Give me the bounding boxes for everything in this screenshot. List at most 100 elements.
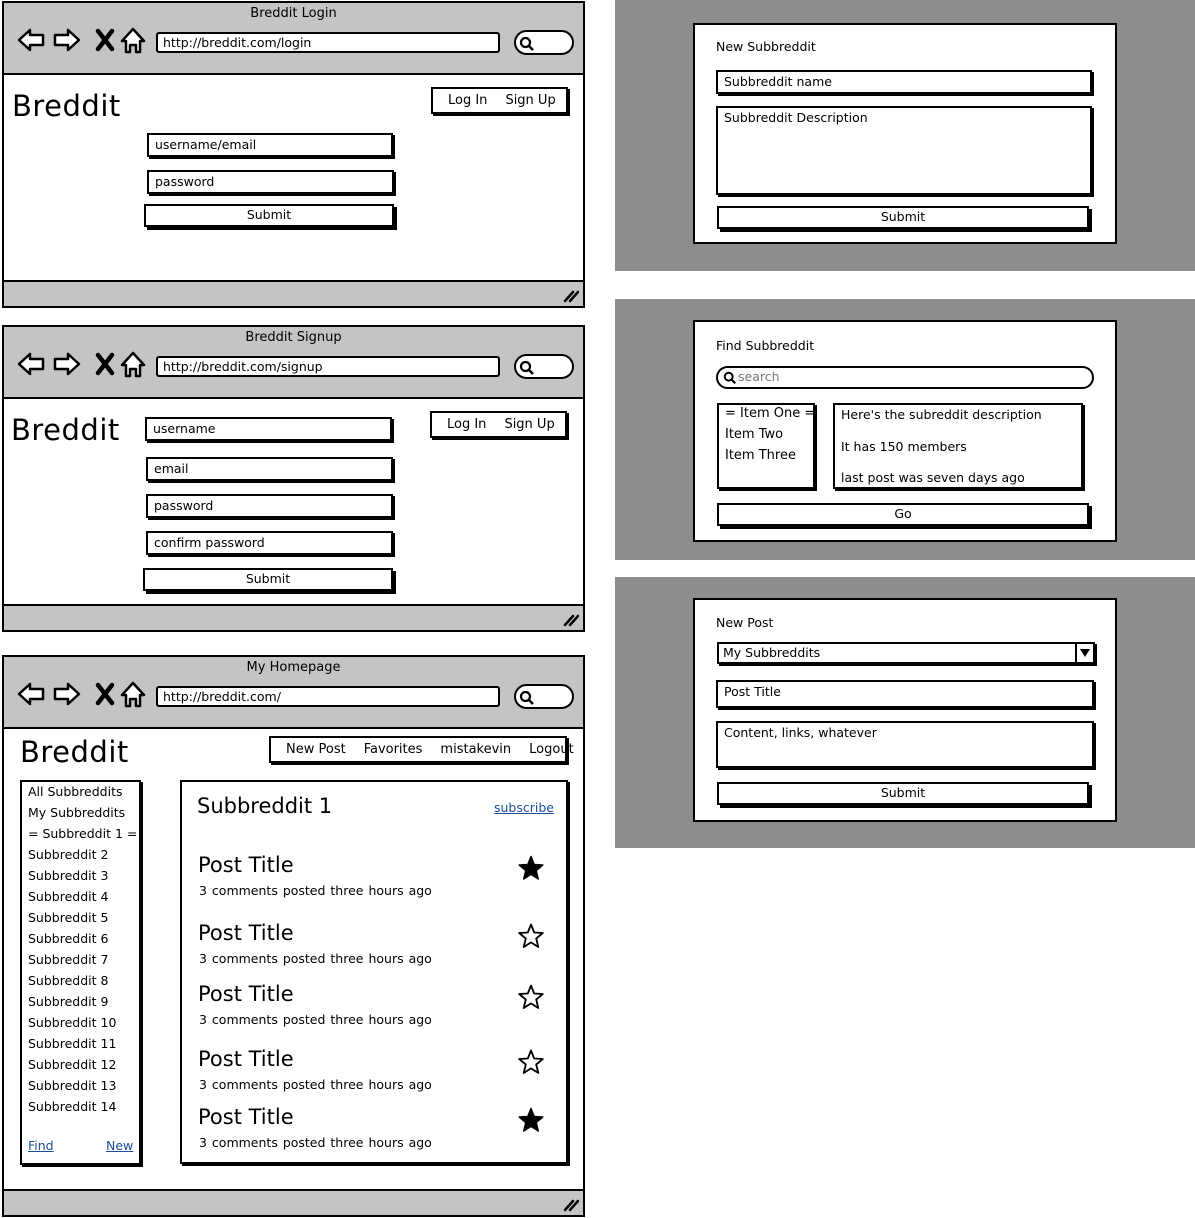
stop-x-icon[interactable] [90,679,120,709]
window-title: Breddit Login [250,6,337,21]
url-bar[interactable]: http://breddit.com/ [156,686,500,707]
submit-button[interactable]: Submit [144,204,394,227]
password-field[interactable]: password [146,494,393,518]
submit-button[interactable]: Submit [717,206,1089,229]
post-comments[interactable]: 3 comments [199,951,278,966]
subbreddit-list: = Item One = Item Two Item Three [717,403,815,489]
post-title[interactable]: Post Title [198,982,294,1006]
password-field[interactable]: password [147,170,394,194]
url-bar[interactable]: http://breddit.com/login [156,32,500,53]
sidebar-item[interactable]: Subbreddit 12 [28,1057,116,1072]
resize-grip-icon[interactable] [563,289,579,303]
post-comments[interactable]: 3 comments [199,1077,278,1092]
search-icon [519,360,534,375]
sidebar-item-mine[interactable]: My Subbreddits [28,805,125,820]
email-field[interactable]: email [146,457,393,481]
stop-x-icon[interactable] [90,25,120,55]
home-icon[interactable] [118,25,148,55]
sidebar-item[interactable]: Subbreddit 11 [28,1036,116,1051]
signup-link[interactable]: Sign Up [496,93,564,108]
home-icon[interactable] [118,679,148,709]
browser-search[interactable] [514,30,574,55]
auth-nav: Log In Sign Up [431,87,568,114]
logo: Breddit [11,413,120,447]
subscribe-link[interactable]: subscribe [494,800,554,815]
sidebar-item[interactable]: Subbreddit 14 [28,1099,116,1114]
subbreddit-select[interactable]: My Subbreddits [717,642,1095,664]
username-field[interactable]: username [145,417,392,441]
sidebar-item[interactable]: Subbreddit 13 [28,1078,116,1093]
star-filled-icon[interactable] [518,855,544,881]
post-meta: 3 comments posted three hours ago [199,1077,432,1092]
select-value: My Subbreddits [723,645,821,660]
stop-x-icon[interactable] [90,349,120,379]
sidebar-item-all[interactable]: All Subbreddits [28,784,123,799]
menu-new-post[interactable]: New Post [271,742,355,757]
sidebar-item[interactable]: Subbreddit 5 [28,910,108,925]
browser-search[interactable] [514,684,574,709]
back-arrow-icon[interactable] [16,679,46,709]
subbreddit-name-field[interactable]: Subbreddit name [716,70,1092,94]
post-title[interactable]: Post Title [198,1105,294,1129]
star-filled-icon[interactable] [518,1107,544,1133]
menu-favorites[interactable]: Favorites [355,742,432,757]
sidebar-item[interactable]: Subbreddit 4 [28,889,108,904]
find-link[interactable]: Find [28,1138,54,1153]
sidebar-item[interactable]: Subbreddit 6 [28,931,108,946]
forward-arrow-icon[interactable] [52,349,82,379]
confirm-password-field[interactable]: confirm password [146,531,393,555]
back-arrow-icon[interactable] [16,25,46,55]
post-title-field[interactable]: Post Title [716,680,1094,708]
details-members: It has 150 members [841,439,967,454]
login-link[interactable]: Log In [432,417,495,432]
back-arrow-icon[interactable] [16,349,46,379]
post-comments[interactable]: 3 comments [199,883,278,898]
submit-button[interactable]: Submit [143,568,393,591]
username-email-field[interactable]: username/email [147,133,393,157]
list-item[interactable]: Item Two [725,427,783,442]
star-outline-icon[interactable] [518,984,544,1010]
resize-grip-icon[interactable] [563,1198,579,1212]
subbreddit-details: Here's the subreddit description It has … [833,403,1083,489]
sidebar-item-selected[interactable]: = Subbreddit 1 = [28,826,137,841]
menu-logout[interactable]: Logout [520,742,583,757]
post-title[interactable]: Post Title [198,921,294,945]
list-item-selected[interactable]: = Item One = [725,406,815,421]
star-outline-icon[interactable] [518,1049,544,1075]
post-title[interactable]: Post Title [198,853,294,877]
status-bar [4,604,583,630]
post-title[interactable]: Post Title [198,1047,294,1071]
post-comments[interactable]: 3 comments [199,1012,278,1027]
subbreddit-description-field[interactable]: Subbreddit Description [716,106,1092,195]
sidebar-item[interactable]: Subbreddit 3 [28,868,108,883]
signup-link[interactable]: Sign Up [495,417,563,432]
forward-arrow-icon[interactable] [52,25,82,55]
browser-search[interactable] [514,354,574,379]
dropdown-toggle[interactable] [1075,644,1093,662]
resize-grip-icon[interactable] [563,613,579,627]
subbreddit-search-field[interactable]: search [716,366,1094,389]
home-icon[interactable] [118,349,148,379]
sidebar-item[interactable]: Subbreddit 9 [28,994,108,1009]
sidebar-item[interactable]: Subbreddit 7 [28,952,108,967]
url-bar[interactable]: http://breddit.com/signup [156,356,500,377]
search-icon [519,36,534,51]
new-link[interactable]: New [106,1138,133,1153]
sidebar-item[interactable]: Subbreddit 2 [28,847,108,862]
forward-arrow-icon[interactable] [52,679,82,709]
post-comments[interactable]: 3 comments [199,1135,278,1150]
sidebar-item[interactable]: Subbreddit 8 [28,973,108,988]
window-title: My Homepage [246,660,341,675]
window-title: Breddit Signup [245,330,342,345]
go-button[interactable]: Go [717,503,1089,526]
list-item[interactable]: Item Three [725,448,796,463]
login-link[interactable]: Log In [433,93,496,108]
star-outline-icon[interactable] [518,923,544,949]
menu-user[interactable]: mistakevin [431,742,520,757]
browser-chrome: Breddit Login http://breddit.com/login [4,3,583,75]
auth-nav: Log In Sign Up [430,411,567,438]
submit-button[interactable]: Submit [717,782,1089,805]
sidebar-item[interactable]: Subbreddit 10 [28,1015,116,1030]
post-content-field[interactable]: Content, links, whatever [716,721,1094,768]
status-bar [4,280,583,306]
